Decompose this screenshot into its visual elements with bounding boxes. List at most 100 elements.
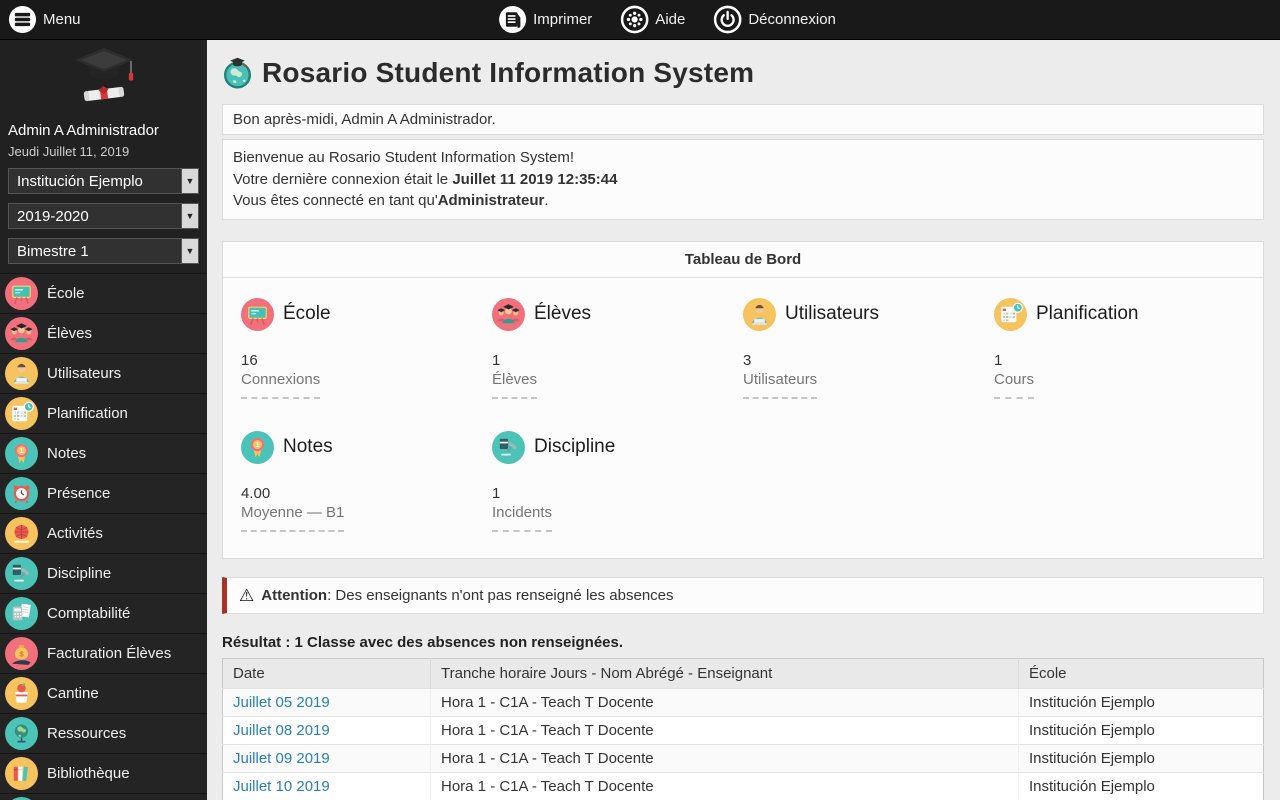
sidebar-item-ecole[interactable]: École bbox=[0, 273, 207, 313]
resources-icon bbox=[5, 717, 38, 750]
course-cell: Hora 1 - C1A - Teach T Docente bbox=[431, 744, 1019, 772]
sidebar-item-messagerie[interactable]: Messagerie bbox=[0, 793, 207, 800]
date-link[interactable]: Juillet 05 2019 bbox=[223, 688, 431, 716]
app-logo bbox=[0, 40, 207, 118]
sidebar-item-eleves[interactable]: Élèves bbox=[0, 313, 207, 353]
dashboard-title: Tableau de Bord bbox=[223, 242, 1263, 278]
school-year-select[interactable]: 2019-2020 ▼ bbox=[8, 203, 199, 229]
welcome-line2: Votre dernière connexion était le Juille… bbox=[233, 169, 1253, 191]
table-row: Juillet 09 2019 Hora 1 - C1A - Teach T D… bbox=[223, 744, 1264, 772]
sidebar-item-cantine[interactable]: Cantine bbox=[0, 673, 207, 713]
greeting-text: Bon après-midi, Admin A Administrador. bbox=[233, 111, 496, 128]
school-select-value: Institución Ejemplo bbox=[9, 173, 143, 190]
sidebar-item-ressources[interactable]: Ressources bbox=[0, 713, 207, 753]
sidebar-menu: École Élèves Utilisateurs Planification … bbox=[0, 273, 207, 800]
date-link[interactable]: Juillet 09 2019 bbox=[223, 744, 431, 772]
date-link[interactable]: Juillet 10 2019 bbox=[223, 772, 431, 800]
school-select[interactable]: Institución Ejemplo ▼ bbox=[8, 168, 199, 194]
sidebar-item-presence[interactable]: Présence bbox=[0, 473, 207, 513]
logout-label: Déconnexion bbox=[748, 11, 836, 28]
attendance-icon bbox=[5, 477, 38, 510]
card-label: Élèves bbox=[492, 371, 537, 399]
hamburger-icon bbox=[8, 5, 37, 34]
discipline-icon bbox=[492, 431, 525, 464]
users-icon bbox=[5, 357, 38, 390]
sidebar-item-utilisateurs[interactable]: Utilisateurs bbox=[0, 353, 207, 393]
card-value: 1 bbox=[492, 352, 743, 369]
billing-icon bbox=[5, 637, 38, 670]
grades-icon bbox=[241, 431, 274, 464]
cafeteria-icon bbox=[5, 677, 38, 710]
welcome-line1: Bienvenue au Rosario Student Information… bbox=[233, 147, 1253, 169]
logout-button[interactable]: Déconnexion bbox=[713, 5, 836, 34]
school-cell: Institución Ejemplo bbox=[1019, 716, 1264, 744]
school-cell: Institución Ejemplo bbox=[1019, 688, 1264, 716]
help-label: Aide bbox=[655, 11, 685, 28]
dashboard-card-ecole: École 16 Connexions bbox=[241, 298, 492, 399]
menu-label: Menu bbox=[43, 11, 81, 28]
card-label: Incidents bbox=[492, 504, 552, 532]
dashboard-card-notes: Notes 4.00 Moyenne — B1 bbox=[241, 431, 492, 532]
column-header-date: Date bbox=[223, 658, 431, 688]
scheduling-icon bbox=[994, 298, 1027, 331]
welcome-line3: Vous êtes connecté en tant qu'Administra… bbox=[233, 190, 1253, 212]
chevron-down-icon: ▼ bbox=[181, 169, 198, 193]
card-label: Moyenne — B1 bbox=[241, 504, 344, 532]
help-button[interactable]: Aide bbox=[620, 5, 685, 34]
help-icon bbox=[620, 5, 649, 34]
students-icon bbox=[5, 317, 38, 350]
dashboard-panel: Tableau de Bord École 16 Connexions Élèv… bbox=[222, 241, 1264, 559]
dashboard-card-planification: Planification 1 Cours bbox=[994, 298, 1245, 399]
school-icon bbox=[241, 298, 274, 331]
card-value: 3 bbox=[743, 352, 994, 369]
absences-table: Date Tranche horaire Jours - Nom Abrégé … bbox=[222, 658, 1264, 800]
print-button[interactable]: Imprimer bbox=[498, 5, 592, 34]
date-link[interactable]: Juillet 08 2019 bbox=[223, 716, 431, 744]
menu-button[interactable]: Menu bbox=[8, 5, 81, 34]
card-label: Cours bbox=[994, 371, 1034, 399]
school-year-select-value: 2019-2020 bbox=[9, 208, 89, 225]
school-cell: Institución Ejemplo bbox=[1019, 744, 1264, 772]
school-icon bbox=[5, 277, 38, 310]
library-icon bbox=[5, 757, 38, 790]
sidebar: Admin A Administrador Jeudi Juillet 11, … bbox=[0, 40, 207, 800]
period-select-value: Bimestre 1 bbox=[9, 243, 89, 260]
sidebar-item-planification[interactable]: Planification bbox=[0, 393, 207, 433]
table-row: Juillet 08 2019 Hora 1 - C1A - Teach T D… bbox=[223, 716, 1264, 744]
sidebar-item-activites[interactable]: Activités bbox=[0, 513, 207, 553]
sidebar-item-facturation[interactable]: Facturation Élèves bbox=[0, 633, 207, 673]
card-value: 1 bbox=[994, 352, 1245, 369]
dashboard-card-eleves: Élèves 1 Élèves bbox=[492, 298, 743, 399]
card-label: Utilisateurs bbox=[743, 371, 817, 399]
column-header-school: École bbox=[1019, 658, 1264, 688]
course-cell: Hora 1 - C1A - Teach T Docente bbox=[431, 772, 1019, 800]
card-value: 16 bbox=[241, 352, 492, 369]
discipline-icon bbox=[5, 557, 38, 590]
power-icon bbox=[713, 5, 742, 34]
table-header-row: Date Tranche horaire Jours - Nom Abrégé … bbox=[223, 658, 1264, 688]
greeting-box: Bon après-midi, Admin A Administrador. bbox=[222, 104, 1264, 135]
chevron-down-icon: ▼ bbox=[181, 204, 198, 228]
print-label: Imprimer bbox=[533, 11, 592, 28]
sidebar-item-comptabilite[interactable]: Comptabilité bbox=[0, 593, 207, 633]
current-date: Jeudi Juillet 11, 2019 bbox=[8, 144, 199, 159]
dashboard-card-discipline: Discipline 1 Incidents bbox=[492, 431, 743, 532]
warning-banner: ⚠ Attention: Des enseignants n'ont pas r… bbox=[222, 577, 1264, 614]
user-name: Admin A Administrador bbox=[8, 122, 199, 139]
user-role: Administrateur bbox=[438, 192, 545, 209]
sidebar-item-notes[interactable]: Notes bbox=[0, 433, 207, 473]
card-label: Connexions bbox=[241, 371, 320, 399]
warning-text: Attention: Des enseignants n'ont pas ren… bbox=[261, 587, 673, 604]
result-summary: Résultat : 1 Classe avec des absences no… bbox=[222, 634, 1264, 651]
course-cell: Hora 1 - C1A - Teach T Docente bbox=[431, 716, 1019, 744]
course-cell: Hora 1 - C1A - Teach T Docente bbox=[431, 688, 1019, 716]
period-select[interactable]: Bimestre 1 ▼ bbox=[8, 238, 199, 264]
sidebar-item-bibliotheque[interactable]: Bibliothèque bbox=[0, 753, 207, 793]
activities-icon bbox=[5, 517, 38, 550]
sidebar-item-discipline[interactable]: Discipline bbox=[0, 553, 207, 593]
table-row: Juillet 10 2019 Hora 1 - C1A - Teach T D… bbox=[223, 772, 1264, 800]
main-content: Rosario Student Information System Bon a… bbox=[207, 40, 1280, 800]
globe-cap-icon bbox=[222, 57, 253, 89]
card-value: 4.00 bbox=[241, 485, 492, 502]
chevron-down-icon: ▼ bbox=[181, 239, 198, 263]
